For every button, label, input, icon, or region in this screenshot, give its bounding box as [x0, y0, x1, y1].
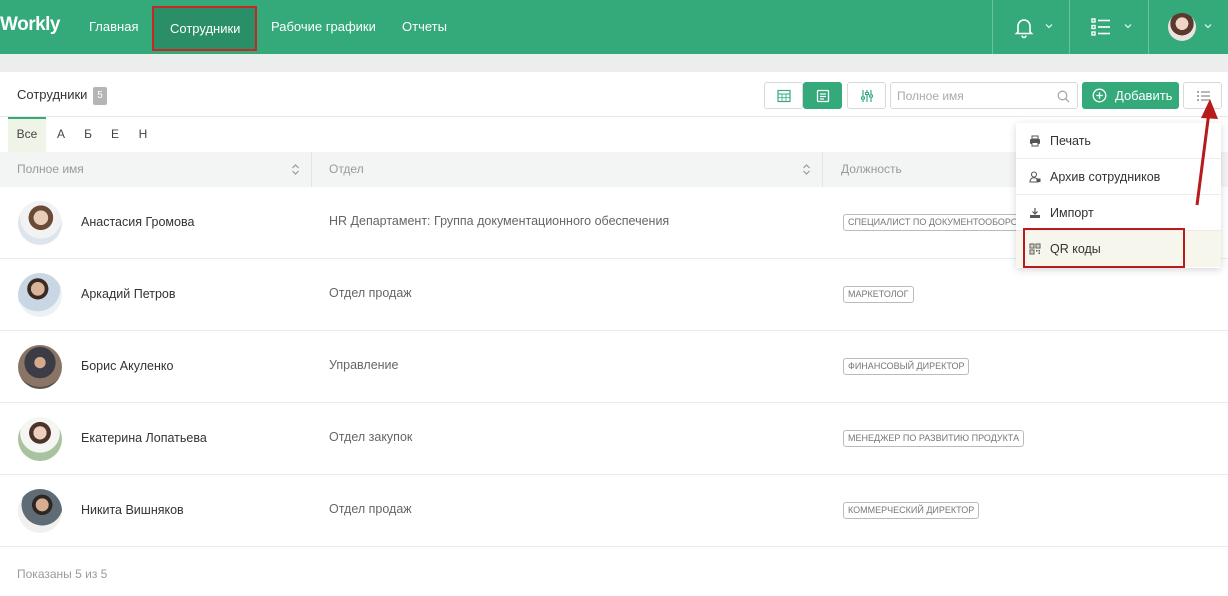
chevron-down-icon[interactable] — [1204, 22, 1212, 30]
calendar-view-button[interactable] — [764, 82, 803, 109]
menu-item-label: Импорт — [1050, 206, 1094, 220]
sliders-icon — [861, 90, 873, 102]
top-divider — [1148, 0, 1149, 54]
letter-filter-b[interactable]: Б — [81, 117, 95, 152]
task-list-icon[interactable] — [1089, 15, 1113, 39]
position-badge: СПЕЦИАЛИСТ ПО ДОКУМЕНТООБОРОТУ — [843, 214, 1034, 231]
employee-department: Отдел продаж — [329, 286, 412, 300]
avatar — [18, 273, 62, 317]
menu-item-employee-archive[interactable]: Архив сотрудников — [1016, 159, 1221, 195]
nav-item-work-schedules[interactable]: Рабочие графики — [254, 0, 393, 54]
menu-item-label: Печать — [1050, 134, 1091, 148]
list-view-button[interactable] — [803, 82, 842, 109]
printer-icon — [1030, 135, 1040, 147]
employee-department: HR Департамент: Группа документационного… — [329, 214, 670, 228]
import-icon — [1030, 208, 1040, 218]
table-row[interactable]: Никита Вишняков Отдел продаж КОММЕРЧЕСКИ… — [0, 475, 1228, 547]
user-archive-icon — [1029, 171, 1041, 183]
table-row[interactable]: Борис Акуленко Управление ФИНАНСОВЫЙ ДИР… — [0, 331, 1228, 403]
table-row[interactable]: Екатерина Лопатьева Отдел закупок МЕНЕДЖ… — [0, 403, 1228, 475]
nav-item-reports[interactable]: Отчеты — [385, 0, 464, 54]
employee-name[interactable]: Борис Акуленко — [81, 359, 173, 373]
letter-filter-n[interactable]: Н — [136, 117, 150, 152]
chevron-down-icon[interactable] — [1045, 22, 1053, 30]
menu-item-label: Архив сотрудников — [1050, 170, 1161, 184]
header-spacer — [0, 54, 1228, 72]
table-row[interactable]: Аркадий Петров Отдел продаж МАРКЕТОЛОГ — [0, 259, 1228, 331]
add-button-label: Добавить — [1115, 88, 1173, 103]
sort-icon[interactable] — [802, 163, 811, 176]
add-employee-button[interactable]: Добавить — [1082, 82, 1179, 109]
employee-name[interactable]: Анастасия Громова — [81, 215, 194, 229]
filter-settings-button[interactable] — [847, 82, 886, 109]
position-badge: МАРКЕТОЛОГ — [843, 286, 914, 303]
employee-name[interactable]: Аркадий Петров — [81, 287, 176, 301]
avatar — [18, 417, 62, 461]
search-box — [890, 82, 1078, 109]
plus-circle-icon — [1092, 88, 1107, 103]
letter-filter-e[interactable]: Е — [108, 117, 122, 152]
list-card-icon — [816, 89, 830, 103]
top-divider — [992, 0, 993, 54]
letter-filter-all[interactable]: Все — [8, 117, 46, 152]
employee-count-badge: 5 — [93, 87, 107, 105]
menu-item-import[interactable]: Импорт — [1016, 195, 1221, 231]
app-logo[interactable]: Workly — [0, 14, 61, 36]
employee-department: Отдел закупок — [329, 430, 413, 444]
qr-codes-highlight-box — [1023, 228, 1185, 268]
nav-item-home[interactable]: Главная — [72, 0, 155, 54]
search-icon[interactable] — [1057, 90, 1070, 103]
list-menu-icon — [1197, 91, 1210, 101]
avatar — [18, 345, 62, 389]
top-divider — [1069, 0, 1070, 54]
calendar-grid-icon — [777, 89, 791, 103]
column-divider — [822, 152, 823, 187]
employee-name[interactable]: Екатерина Лопатьева — [81, 431, 207, 445]
sort-icon[interactable] — [291, 163, 300, 176]
toolbar-divider — [0, 116, 1228, 117]
more-actions-button[interactable] — [1183, 82, 1222, 109]
user-avatar[interactable] — [1168, 13, 1196, 41]
page-title: Сотрудники — [17, 87, 88, 102]
avatar — [18, 489, 62, 533]
employee-department: Управление — [329, 358, 399, 372]
position-badge: КОММЕРЧЕСКИЙ ДИРЕКТОР — [843, 502, 980, 519]
employee-name[interactable]: Никита Вишняков — [81, 503, 184, 517]
menu-item-print[interactable]: Печать — [1016, 123, 1221, 159]
nav-item-employees[interactable]: Сотрудники — [152, 6, 257, 51]
search-input[interactable] — [897, 88, 1047, 104]
column-header-full-name[interactable]: Полное имя — [17, 152, 84, 187]
position-badge: МЕНЕДЖЕР ПО РАЗВИТИЮ ПРОДУКТА — [843, 430, 1025, 447]
avatar — [18, 201, 62, 245]
pagination-summary: Показаны 5 из 5 — [17, 567, 108, 581]
bell-icon[interactable] — [1012, 15, 1036, 39]
column-divider — [311, 152, 312, 187]
column-header-department[interactable]: Отдел — [329, 152, 364, 187]
position-badge: ФИНАНСОВЫЙ ДИРЕКТОР — [843, 358, 970, 375]
top-navigation-bar: Workly Главная Сотрудники Рабочие график… — [0, 0, 1228, 54]
employee-department: Отдел продаж — [329, 502, 412, 516]
chevron-down-icon[interactable] — [1124, 22, 1132, 30]
column-header-position[interactable]: Должность — [841, 152, 902, 187]
letter-filter-a[interactable]: А — [54, 117, 68, 152]
